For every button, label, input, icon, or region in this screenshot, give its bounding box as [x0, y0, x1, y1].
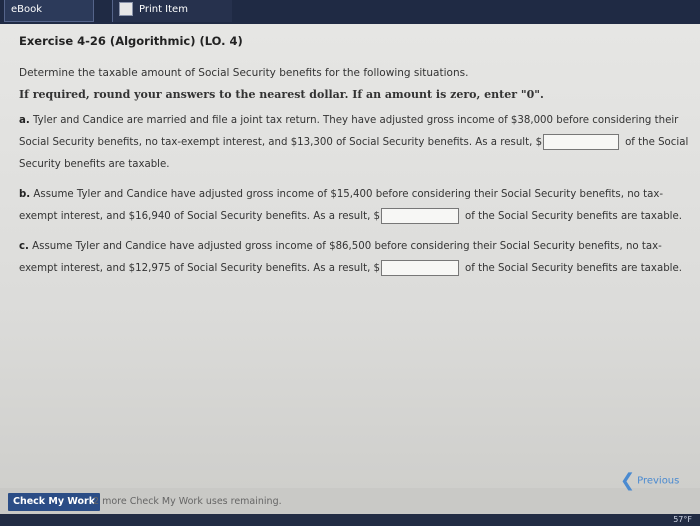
item-c-label: c.	[19, 241, 29, 252]
exercise-instruction: If required, round your answers to the n…	[19, 88, 544, 101]
exercise-title: Exercise 4-26 (Algorithmic) (LO. 4)	[19, 34, 243, 48]
item-a: a. Tyler and Candice are married and fil…	[19, 110, 689, 176]
tab-print-label: Print Item	[139, 4, 188, 15]
item-b: b. Assume Tyler and Candice have adjuste…	[19, 184, 689, 228]
tab-print-item[interactable]: Print Item	[112, 0, 232, 22]
item-c-suffix: of the Social Security benefits are taxa…	[465, 263, 683, 274]
taskbar: 57°F	[0, 514, 700, 526]
answer-c-input[interactable]	[381, 260, 460, 276]
chevron-left-icon: ❮	[620, 470, 636, 491]
previous-label: Previous	[637, 475, 680, 487]
item-c: c. Assume Tyler and Candice have adjuste…	[19, 236, 689, 280]
item-b-suffix: of the Social Security benefits are taxa…	[465, 211, 683, 222]
answer-a-input[interactable]	[543, 134, 620, 150]
exercise-panel: Exercise 4-26 (Algorithmic) (LO. 4) Dete…	[0, 24, 700, 488]
answer-b-input[interactable]	[381, 208, 460, 224]
check-uses-remaining: 2 more Check My Work uses remaining.	[93, 496, 282, 507]
tab-ebook[interactable]: eBook	[4, 0, 94, 22]
taskbar-temperature: 57°F	[673, 515, 692, 524]
check-my-work-button[interactable]: Check My Work	[8, 493, 101, 511]
exercise-content: Exercise 4-26 (Algorithmic) (LO. 4) Dete…	[19, 34, 689, 288]
item-a-label: a.	[19, 115, 30, 126]
item-b-label: b.	[19, 189, 31, 200]
top-bar: eBook Print Item	[0, 0, 700, 24]
print-icon	[119, 2, 133, 16]
previous-button[interactable]: ❮ Previous	[620, 470, 679, 491]
exercise-prompt: Determine the taxable amount of Social S…	[19, 67, 469, 79]
